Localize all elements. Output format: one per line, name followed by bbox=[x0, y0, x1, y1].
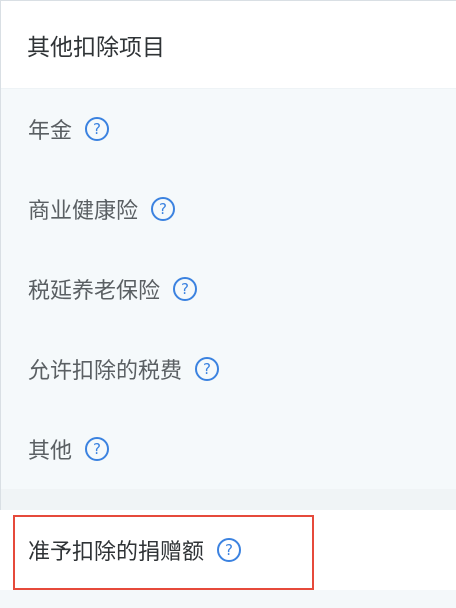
item-label: 年金 bbox=[28, 119, 73, 144]
list-item-pension-insurance[interactable]: 税延养老保险 ? bbox=[1, 249, 456, 329]
list-item-health-insurance[interactable]: 商业健康险 ? bbox=[1, 169, 456, 249]
donation-label: 准予扣除的捐赠额 bbox=[28, 540, 205, 565]
item-label: 商业健康险 bbox=[28, 199, 139, 224]
bottom-border bbox=[0, 590, 456, 608]
list-item-annuity[interactable]: 年金 ? bbox=[1, 89, 456, 169]
list-item-other[interactable]: 其他 ? bbox=[1, 409, 456, 489]
help-question-icon[interactable]: ? bbox=[151, 197, 176, 221]
help-question-icon[interactable]: ? bbox=[85, 437, 110, 461]
help-question-icon[interactable]: ? bbox=[217, 538, 242, 562]
item-label: 其他 bbox=[28, 439, 73, 464]
help-question-icon[interactable]: ? bbox=[85, 117, 110, 141]
section-title: 其他扣除项目 bbox=[1, 1, 456, 89]
help-question-icon[interactable]: ? bbox=[195, 357, 220, 381]
item-label: 税延养老保险 bbox=[28, 279, 161, 304]
donation-deduction-row[interactable]: 准予扣除的捐赠额 ? bbox=[0, 510, 456, 590]
item-label: 允许扣除的税费 bbox=[28, 359, 183, 384]
help-question-icon[interactable]: ? bbox=[173, 277, 198, 301]
list-item-allowed-taxes[interactable]: 允许扣除的税费 ? bbox=[1, 329, 456, 409]
